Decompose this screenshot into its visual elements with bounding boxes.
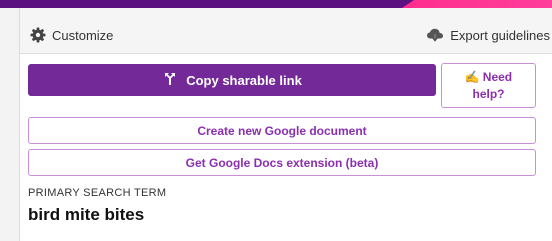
cloud-download-icon [426,27,444,43]
primary-search-term-value: bird mite bites [28,205,145,224]
brand-accent-stripe [402,0,552,8]
customize-button[interactable]: Customize [30,24,113,46]
google-docs-extension-label: Get Google Docs extension (beta) [185,155,379,170]
export-guidelines-label: Export guidelines [450,27,550,43]
branch-link-icon [162,71,178,90]
gear-icon [30,27,46,43]
writing-hand-icon: ✍️ [464,69,480,84]
need-help-button[interactable]: ✍️ Need help? [441,63,536,108]
primary-search-term-label: PRIMARY SEARCH TERM [28,187,167,199]
create-google-document-label: Create new Google document [197,123,367,138]
left-side-strip [0,8,20,241]
customize-label: Customize [52,27,114,43]
brand-top-bar [0,0,552,8]
need-help-label-line2: help? [472,86,505,101]
guidelines-panel: Copy sharable link ✍️ Need help? Create … [20,55,552,241]
toolbar: Customize Export guidelines [20,8,552,54]
need-help-label-line1: Need [482,69,513,84]
google-docs-extension-button[interactable]: Get Google Docs extension (beta) [28,149,536,176]
create-google-document-button[interactable]: Create new Google document [28,117,536,144]
copy-sharable-link-label: Copy sharable link [186,72,302,88]
export-guidelines-button[interactable]: Export guidelines [426,24,550,46]
copy-sharable-link-button[interactable]: Copy sharable link [28,64,436,96]
